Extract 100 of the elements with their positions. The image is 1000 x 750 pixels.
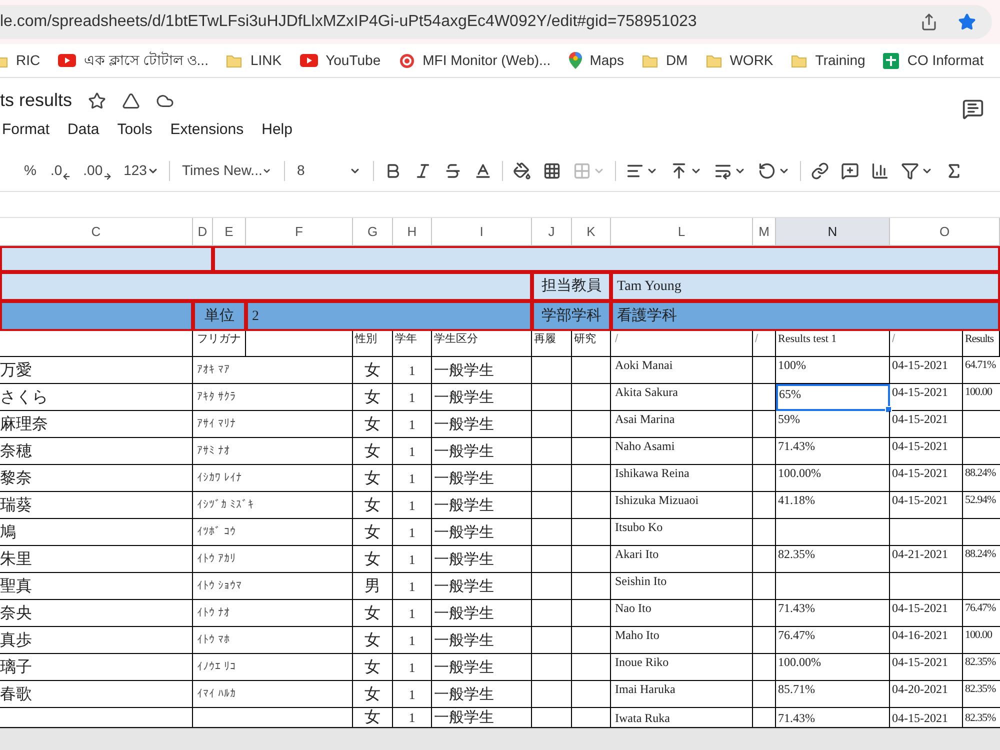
- table-cell: Nao Ito: [611, 600, 753, 627]
- table-cell: 71.43%: [776, 600, 890, 627]
- table-cell: 女: [353, 654, 393, 681]
- percent-button[interactable]: %: [16, 160, 44, 181]
- bookmark-link[interactable]: LINK: [226, 50, 282, 71]
- decrease-decimals-button[interactable]: .0: [44, 160, 78, 181]
- menu-item[interactable]: Tools: [117, 118, 152, 142]
- document-title[interactable]: ts results: [0, 87, 72, 114]
- empty-cell: [572, 357, 611, 384]
- empty-cell: [753, 357, 776, 384]
- folder-icon: [791, 54, 808, 68]
- column-header[interactable]: I: [432, 218, 532, 246]
- column-header[interactable]: L: [611, 218, 753, 246]
- table-cell: Asai Marina: [611, 411, 753, 438]
- table-cell: ｲﾏｲ ﾊﾙｶ: [193, 681, 353, 708]
- menu-item[interactable]: Data: [68, 118, 100, 142]
- folder-icon: [642, 54, 658, 68]
- column-label: 学生区分: [432, 331, 532, 357]
- column-label: Results test 1: [776, 331, 890, 357]
- share-icon[interactable]: [920, 13, 938, 31]
- bookmark-star-icon[interactable]: [958, 13, 976, 31]
- column-header[interactable]: M: [753, 218, 776, 246]
- filter-icon: [900, 162, 919, 180]
- column-header[interactable]: G: [353, 218, 393, 246]
- table-cell: Itsubo Ko: [611, 519, 753, 546]
- table-cell: 1: [393, 438, 432, 465]
- menu-item[interactable]: Extensions: [170, 118, 244, 142]
- column-header[interactable]: D: [193, 218, 213, 246]
- table-cell: 一般学生: [432, 600, 532, 627]
- column-header[interactable]: K: [572, 218, 611, 246]
- empty-cell: [572, 465, 611, 492]
- table-cell: 女: [353, 627, 393, 654]
- comment-icon[interactable]: [962, 98, 984, 120]
- table-cell: ｲﾂﾎﾞ ｺｳ: [193, 519, 353, 546]
- bookmark-link[interactable]: RIC: [0, 50, 40, 71]
- table-cell: 一般学生: [432, 627, 532, 654]
- table-cell: 瑞葵: [0, 492, 193, 519]
- column-header[interactable]: N: [776, 218, 890, 246]
- number-format-button[interactable]: 123: [118, 160, 165, 181]
- table-cell: 100.00: [963, 384, 1000, 411]
- font-size-dropdown[interactable]: 8: [288, 160, 369, 181]
- column-label: 研究: [572, 331, 611, 357]
- column-header[interactable]: C: [0, 218, 193, 246]
- bookmark-link[interactable]: DM: [642, 50, 688, 71]
- column-label: 学年: [393, 331, 432, 357]
- table-cell: ｲｼｶﾜ ﾚｲﾅ: [193, 465, 353, 492]
- fill-handle[interactable]: [885, 406, 892, 413]
- star-icon[interactable]: [88, 92, 106, 110]
- table-cell: 担当教員: [532, 272, 611, 301]
- bookmark-link[interactable]: MFI Monitor (Web)...: [398, 50, 551, 71]
- chart-icon: [870, 162, 889, 180]
- table-cell: 女: [353, 546, 393, 573]
- url-text: le.com/spreadsheets/d/1btETwLFsi3uHJDfLlxMZxIP4Gi-uPt54axgEc4W092Y/edit#gid=758951023: [0, 12, 697, 32]
- bookmark-link[interactable]: WORK: [706, 50, 774, 71]
- table-cell: Aoki Manai: [611, 357, 753, 384]
- table-cell: 1: [393, 411, 432, 438]
- table-cell: 鳩: [0, 519, 193, 546]
- table-cell: Ishizuka Mizuaoi: [611, 492, 753, 519]
- bookmark-link[interactable]: এক ক্লাসে টোটাল ও...: [58, 50, 208, 71]
- table-cell: ｲｼﾂﾞｶ ﾐｽﾞｷ: [193, 492, 353, 519]
- table-cell: 女: [353, 465, 393, 492]
- column-header[interactable]: O: [890, 218, 1000, 246]
- bookmark-link[interactable]: Maps: [568, 50, 624, 71]
- table-cell: 04-15-2021: [890, 384, 963, 411]
- table-cell: Tam Young: [611, 272, 1000, 301]
- column-header[interactable]: H: [393, 218, 432, 246]
- table-cell: Ishikawa Reina: [611, 465, 753, 492]
- table-cell: 女: [353, 411, 393, 438]
- empty-cell: [532, 627, 572, 654]
- table-cell: 04-15-2021: [890, 357, 963, 384]
- column-header[interactable]: E: [213, 218, 246, 246]
- table-cell: ｱｵｷ ﾏｱ: [193, 357, 353, 384]
- table-cell: 看護学科: [611, 301, 1000, 331]
- table-cell: 女: [353, 492, 393, 519]
- font-dropdown[interactable]: Times New...: [174, 160, 280, 181]
- increase-decimals-button[interactable]: .00: [77, 160, 118, 181]
- address-bar[interactable]: le.com/spreadsheets/d/1btETwLFsi3uHJDfLlxMZxIP4Gi-uPt54axgEc4W092Y/edit#gid=758951023: [0, 5, 992, 39]
- column-header[interactable]: J: [532, 218, 572, 246]
- table-cell: 女: [353, 681, 393, 708]
- menu-item[interactable]: Help: [262, 118, 292, 142]
- table-cell: 春歌: [0, 681, 193, 708]
- table-cell: 04-21-2021: [890, 546, 963, 573]
- horizontal-scrollbar[interactable]: [0, 728, 1000, 750]
- bookmark-link[interactable]: YouTube: [300, 50, 381, 71]
- empty-cell: [532, 546, 572, 573]
- bookmark-link[interactable]: CO Informat: [883, 50, 984, 71]
- empty-cell: [572, 438, 611, 465]
- table-cell: 100.00%: [776, 465, 890, 492]
- table-cell: 璃子: [0, 654, 193, 681]
- table-cell: 04-16-2021: [890, 627, 963, 654]
- empty-cell: [572, 411, 611, 438]
- menu-item[interactable]: Format: [2, 118, 50, 142]
- table-cell: 04-15-2021: [890, 438, 963, 465]
- table-cell: 女: [353, 519, 393, 546]
- strikethrough-icon: [444, 162, 462, 180]
- table-cell: 一般学生: [432, 546, 532, 573]
- bookmark-link[interactable]: Training: [791, 50, 866, 71]
- column-header[interactable]: F: [246, 218, 353, 246]
- table-cell: ｲﾄｳ ｼｮｳﾏ: [193, 573, 353, 600]
- borders-icon: [542, 162, 561, 180]
